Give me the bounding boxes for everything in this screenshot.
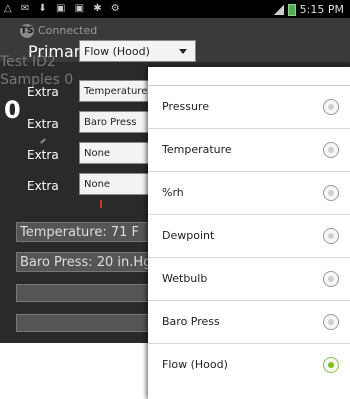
radio-dot — [328, 233, 334, 239]
option-label: Pressure — [162, 100, 209, 113]
option-baro-press[interactable]: Baro Press — [148, 301, 350, 344]
radio-dot — [328, 276, 334, 282]
radio-button-selected[interactable] — [323, 357, 339, 373]
extra-label-1: Extra — [27, 85, 59, 99]
status-bar: △ ✉ ⬇ ▣ ▣ ✱ ⚙ 5:15 PM — [0, 0, 350, 18]
empty-readout-1 — [16, 284, 162, 302]
battery-icon — [287, 3, 296, 16]
option-rh[interactable]: %rh — [148, 172, 350, 215]
option-label: %rh — [162, 186, 184, 199]
option-label: Flow (Hood) — [162, 358, 228, 371]
option-wetbulb[interactable]: Wetbulb — [148, 258, 350, 301]
radio-dot — [328, 190, 334, 196]
radio-button[interactable] — [323, 228, 339, 244]
extra-label-2: Extra — [27, 117, 59, 131]
gauge-needle — [100, 200, 102, 208]
app-logo-icon: TS — [20, 24, 34, 38]
extra-label-3: Extra — [27, 148, 59, 162]
primary-select[interactable]: Flow (Hood) — [79, 40, 196, 62]
empty-readout-2 — [16, 314, 162, 332]
notification-icons: △ ✉ ⬇ ▣ ▣ ✱ ⚙ — [4, 3, 123, 14]
big-value: 0 — [4, 96, 21, 124]
dialog-header — [148, 67, 350, 86]
option-label: Baro Press — [162, 315, 220, 328]
status-right: 5:15 PM — [273, 3, 344, 16]
baro-press-readout: Baro Press: 20 in.Hg — [16, 252, 162, 272]
extra-select-4[interactable]: None — [79, 173, 159, 195]
option-pressure[interactable]: Pressure — [148, 86, 350, 129]
option-label: Dewpoint — [162, 229, 215, 242]
connection-status: Connected — [38, 24, 98, 37]
chevron-down-icon — [179, 49, 187, 54]
radio-dot — [328, 147, 334, 153]
option-temperature[interactable]: Temperature — [148, 129, 350, 172]
radio-button[interactable] — [323, 314, 339, 330]
gauge-tick — [40, 138, 46, 144]
app-bar: TS Connected Test ID2 Primary Flow (Hood… — [0, 18, 350, 70]
option-flow-hood[interactable]: Flow (Hood) — [148, 344, 350, 387]
radio-dot — [328, 104, 334, 110]
radio-button[interactable] — [323, 142, 339, 158]
primary-select-value: Flow (Hood) — [84, 45, 150, 58]
measurement-picker-dialog: Pressure Temperature %rh Dewpoint Wetbul… — [148, 67, 350, 399]
option-label: Temperature — [162, 143, 232, 156]
radio-button[interactable] — [323, 99, 339, 115]
extra-select-2[interactable]: Baro Press — [79, 111, 159, 133]
radio-dot — [328, 319, 334, 325]
clock: 5:15 PM — [299, 3, 344, 16]
option-label: Wetbulb — [162, 272, 208, 285]
temperature-readout: Temperature: 71 F — [16, 222, 162, 242]
option-dewpoint[interactable]: Dewpoint — [148, 215, 350, 258]
extra-select-1[interactable]: Temperature — [79, 80, 159, 102]
extra-label-4: Extra — [27, 179, 59, 193]
radio-button[interactable] — [323, 271, 339, 287]
radio-dot — [328, 362, 334, 368]
signal-icon — [273, 4, 284, 15]
extra-select-3[interactable]: None — [79, 142, 159, 164]
radio-button[interactable] — [323, 185, 339, 201]
